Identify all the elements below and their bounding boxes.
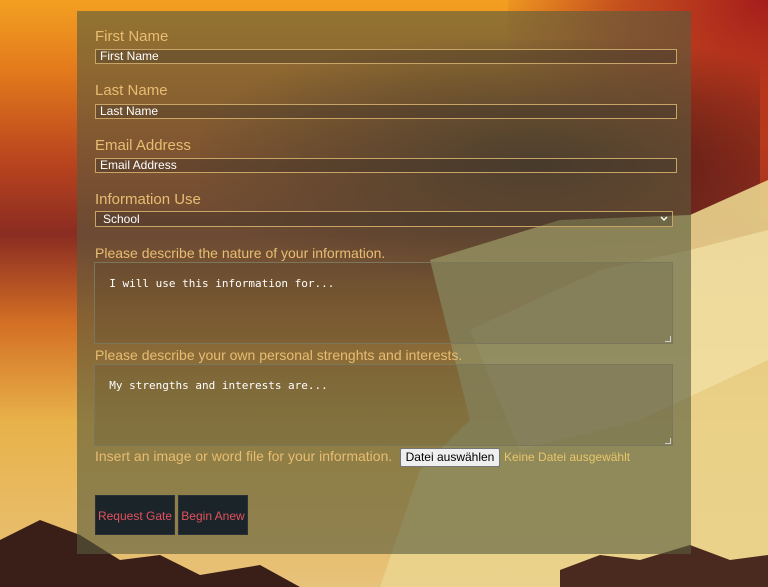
- first-name-label: First Name: [95, 28, 169, 45]
- file-status: Keine Datei ausgewählt: [504, 450, 631, 464]
- request-gate-button[interactable]: Request Gate: [95, 495, 175, 535]
- strengths-label: Please describe your own personal streng…: [95, 347, 463, 363]
- first-name-field[interactable]: First Name: [95, 49, 677, 64]
- email-field[interactable]: Email Address: [95, 158, 677, 173]
- strengths-text: My strengths and interests are...: [109, 379, 328, 392]
- resize-grip-icon[interactable]: [665, 438, 671, 444]
- information-use-label: Information Use: [95, 191, 201, 208]
- resize-grip-icon[interactable]: [665, 336, 671, 342]
- last-name-label: Last Name: [95, 82, 168, 99]
- nature-textarea[interactable]: I will use this information for...: [94, 262, 673, 344]
- nature-label: Please describe the nature of your infor…: [95, 245, 386, 261]
- chevron-down-icon: [660, 213, 668, 227]
- last-name-field[interactable]: Last Name: [95, 104, 677, 119]
- information-use-value: School: [103, 212, 140, 226]
- information-use-select[interactable]: School: [95, 211, 673, 227]
- nature-text: I will use this information for...: [109, 277, 335, 290]
- begin-anew-button[interactable]: Begin Anew: [178, 495, 248, 535]
- file-label: Insert an image or word file for your in…: [95, 448, 393, 464]
- choose-file-button[interactable]: Datei auswählen: [400, 448, 500, 467]
- email-label: Email Address: [95, 137, 191, 154]
- strengths-textarea[interactable]: My strengths and interests are...: [94, 364, 673, 446]
